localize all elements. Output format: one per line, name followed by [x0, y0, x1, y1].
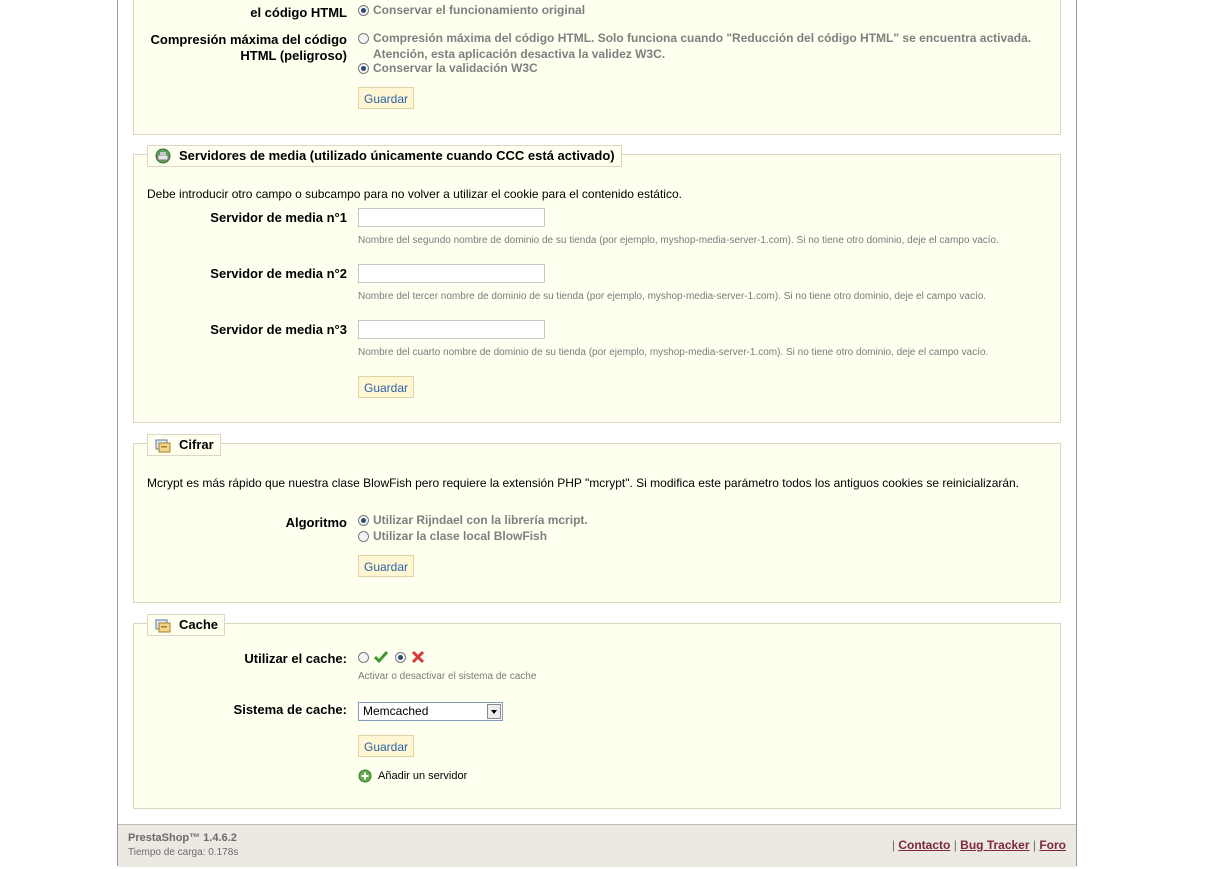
page-container: el código HTML Conservar el funcionamien… [117, 0, 1077, 867]
config-icon [155, 437, 171, 453]
cache-system-select[interactable]: Memcached [358, 702, 503, 721]
media-server-3-hint: Nombre del cuarto nombre de dominio de s… [358, 347, 989, 358]
footer: PrestaShop™ 1.4.6.2 Tiempo de carga: 0.1… [118, 824, 1076, 867]
max-compression-option[interactable]: Compresión máxima del código HTML. Solo … [358, 30, 1038, 62]
w3c-option[interactable]: Conservar la validación W3C [358, 61, 538, 75]
media-server-2-hint: Nombre del tercer nombre de dominio de s… [358, 291, 987, 302]
media-intro-text: Debe introducir otro campo o subcampo pa… [147, 187, 682, 201]
html-reduction-label: el código HTML [250, 5, 347, 20]
forum-link[interactable]: Foro [1039, 838, 1066, 852]
server-icon [155, 148, 171, 164]
w3c-radio[interactable] [358, 62, 369, 74]
save-button[interactable]: Guardar [358, 735, 415, 757]
media-servers-panel: Servidores de media (utilizado únicament… [133, 145, 1061, 423]
add-icon [358, 769, 372, 783]
save-button[interactable]: Guardar [358, 376, 415, 398]
rijndael-option[interactable]: Utilizar Rijndael con la librería mcript… [358, 513, 588, 527]
panel-legend: Cache [147, 614, 226, 636]
html-compression-panel: el código HTML Conservar el funcionamien… [133, 0, 1061, 135]
cache-system-label: Sistema de cache: [233, 702, 347, 717]
check-icon [373, 649, 389, 665]
footer-links: | Contacto | Bug Tracker | Foro [891, 838, 1066, 852]
save-button[interactable]: Guardar [358, 87, 415, 109]
contact-link[interactable]: Contacto [898, 838, 950, 852]
use-cache-hint: Activar o desactivar el sistema de cache [358, 671, 537, 682]
max-compression-label: Compresión máxima del código HTML (pelig… [150, 32, 348, 63]
save-button[interactable]: Guardar [358, 555, 415, 577]
media-server-2-label: Servidor de media n°2 [210, 266, 347, 281]
load-time-text: Tiempo de carga: 0.178s [128, 847, 239, 858]
cache-on-radio[interactable] [358, 651, 369, 663]
media-server-2-input[interactable] [358, 264, 545, 283]
blowfish-radio[interactable] [358, 530, 369, 542]
blowfish-option[interactable]: Utilizar la clase local BlowFish [358, 529, 547, 543]
media-server-1-hint: Nombre del segundo nombre de dominio de … [358, 235, 999, 246]
version-text: PrestaShop™ 1.4.6.2 [128, 832, 237, 844]
max-compression-radio[interactable] [358, 33, 369, 44]
bug-tracker-link[interactable]: Bug Tracker [960, 838, 1029, 852]
media-server-1-input[interactable] [358, 208, 545, 227]
panel-legend: Cifrar [147, 434, 221, 456]
media-server-1-label: Servidor de media n°1 [210, 210, 347, 225]
cipher-intro-text: Mcrypt es más rápido que nuestra clase B… [147, 476, 1020, 490]
preserve-original-option[interactable]: Conservar el funcionamiento original [358, 3, 585, 17]
use-cache-label: Utilizar el cache: [244, 651, 347, 666]
media-server-3-label: Servidor de media n°3 [210, 322, 347, 337]
panel-legend: Servidores de media (utilizado únicament… [147, 145, 622, 167]
cache-off-radio[interactable] [395, 651, 406, 663]
config-icon [155, 617, 171, 633]
cross-icon [410, 649, 426, 665]
chevron-down-icon[interactable] [487, 704, 501, 719]
cache-panel: Cache Utilizar el cache: Activar o desac… [133, 614, 1061, 809]
algorithm-label: Algoritmo [285, 515, 347, 530]
add-server-link[interactable]: Añadir un servidor [358, 769, 467, 783]
preserve-original-radio[interactable] [358, 4, 369, 16]
rijndael-radio[interactable] [358, 514, 369, 526]
media-server-3-input[interactable] [358, 320, 545, 339]
cache-toggle [358, 649, 426, 665]
cipher-panel: Cifrar Mcrypt es más rápido que nuestra … [133, 434, 1061, 603]
